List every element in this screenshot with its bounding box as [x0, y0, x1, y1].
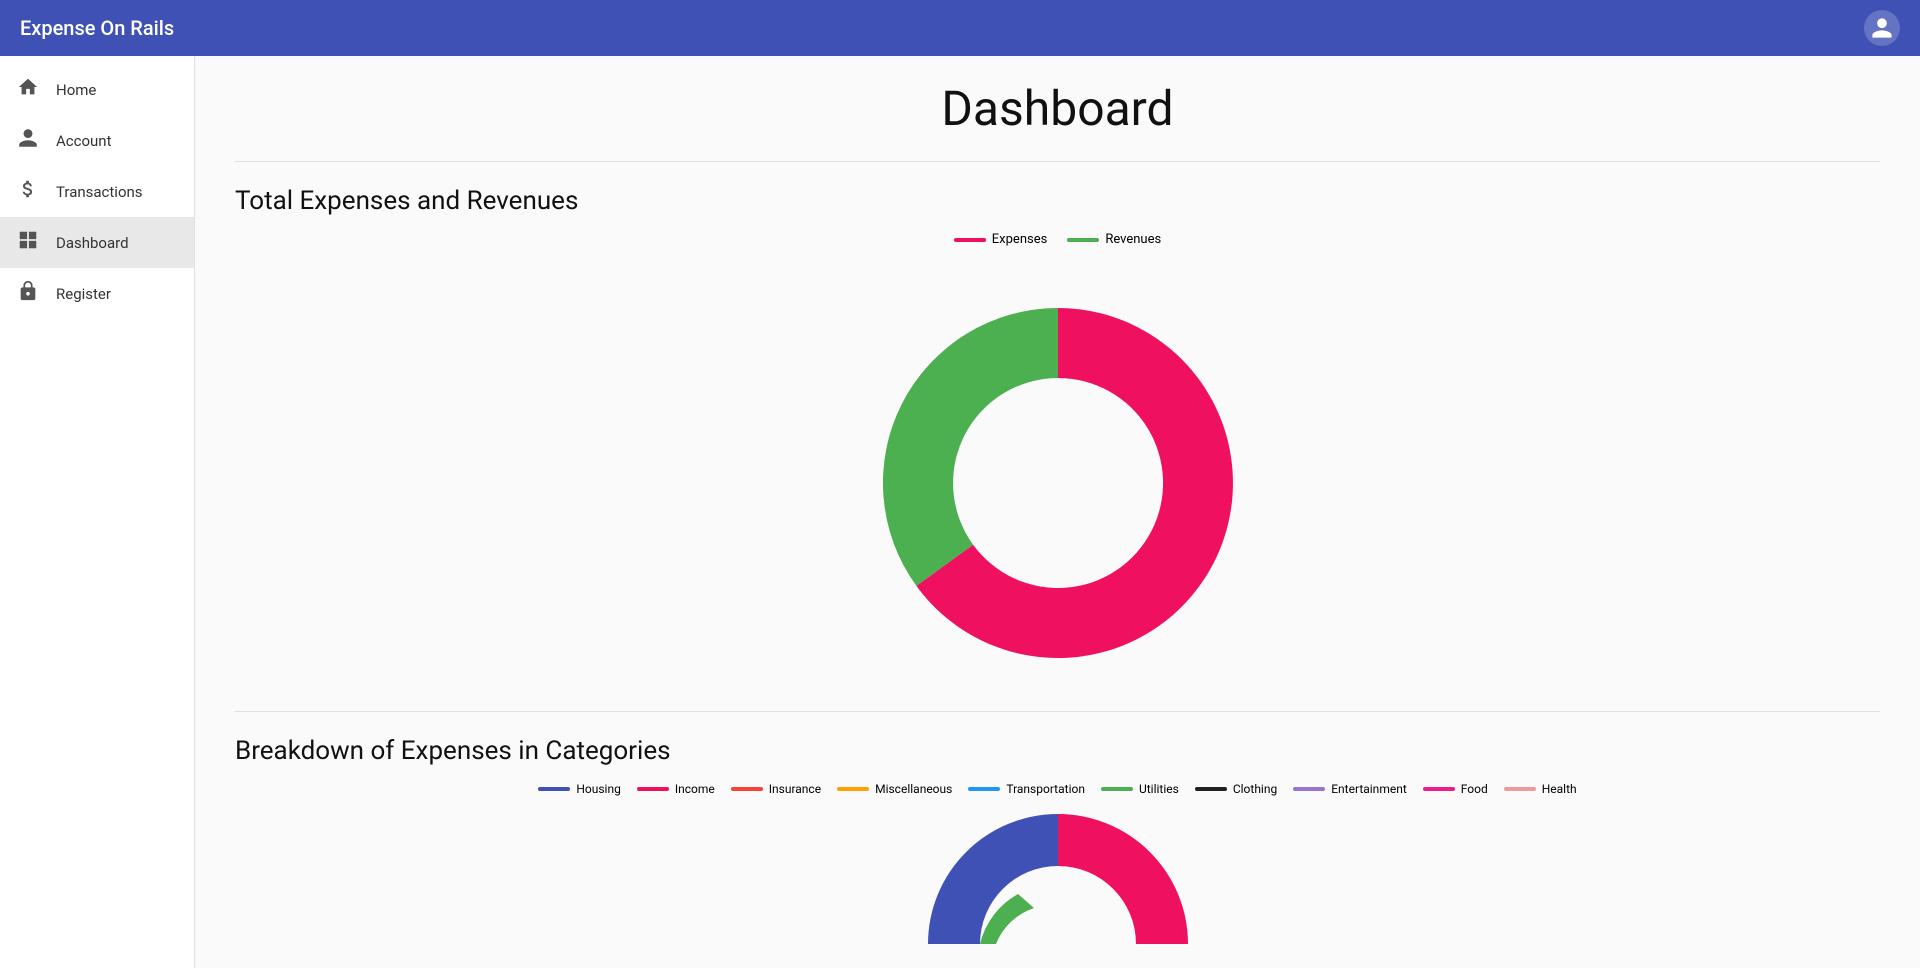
- sidebar-item-dashboard[interactable]: Dashboard: [0, 217, 194, 268]
- sidebar-label-dashboard: Dashboard: [56, 234, 129, 252]
- legend-revenues: Revenues: [1067, 232, 1161, 247]
- cat-legend-entertainment: Entertainment: [1293, 782, 1407, 796]
- cat-legend-clothing: Clothing: [1195, 782, 1277, 796]
- divider-1: [235, 161, 1880, 162]
- register-icon: [16, 280, 40, 307]
- health-label: Health: [1542, 782, 1577, 796]
- categories-donut-svg: [918, 804, 1198, 964]
- insurance-label: Insurance: [769, 782, 821, 796]
- housing-color: [538, 787, 570, 791]
- categories-chart-title: Breakdown of Expenses in Categories: [235, 736, 1880, 766]
- sidebar-item-home[interactable]: Home: [0, 64, 194, 115]
- cat-legend-housing: Housing: [538, 782, 621, 796]
- cat-legend-utilities: Utilities: [1101, 782, 1179, 796]
- account-icon: [16, 127, 40, 154]
- donut-legend: Expenses Revenues: [954, 232, 1161, 247]
- sidebar-label-register: Register: [56, 285, 111, 303]
- cat-legend-income: Income: [637, 782, 715, 796]
- clothing-color: [1195, 787, 1227, 791]
- income-color: [637, 787, 669, 791]
- cat-legend-health: Health: [1504, 782, 1577, 796]
- revenues-color: [1067, 238, 1099, 242]
- categories-chart-container: [235, 804, 1880, 964]
- income-label: Income: [675, 782, 715, 796]
- sidebar-item-account[interactable]: Account: [0, 115, 194, 166]
- housing-label: Housing: [576, 782, 621, 796]
- sidebar-label-home: Home: [56, 81, 96, 99]
- food-label: Food: [1461, 782, 1488, 796]
- entertainment-label: Entertainment: [1331, 782, 1407, 796]
- sidebar-label-account: Account: [56, 132, 112, 150]
- user-avatar-icon[interactable]: [1864, 10, 1900, 46]
- misc-label: Miscellaneous: [875, 782, 952, 796]
- legend-expenses: Expenses: [954, 232, 1048, 247]
- home-icon: [16, 76, 40, 103]
- health-color: [1504, 787, 1536, 791]
- transport-color: [968, 787, 1000, 791]
- cat-legend-miscellaneous: Miscellaneous: [837, 782, 952, 796]
- cat-legend-food: Food: [1423, 782, 1488, 796]
- app-title: Expense On Rails: [20, 16, 174, 40]
- revenues-arc: [882, 308, 1057, 586]
- cat-legend-insurance: Insurance: [731, 782, 821, 796]
- sidebar: Home Account Transactions Dashboard Regi…: [0, 56, 195, 968]
- insurance-color: [731, 787, 763, 791]
- dashboard-icon: [16, 229, 40, 256]
- categories-section: Breakdown of Expenses in Categories Hous…: [235, 736, 1880, 964]
- divider-2: [235, 711, 1880, 712]
- transactions-icon: [16, 178, 40, 205]
- utilities-color: [1101, 787, 1133, 791]
- clothing-label: Clothing: [1233, 782, 1277, 796]
- expenses-color: [954, 238, 986, 242]
- food-color: [1423, 787, 1455, 791]
- main-content: Dashboard Total Expenses and Revenues Ex…: [195, 56, 1920, 968]
- entertainment-color: [1293, 787, 1325, 791]
- cat-red-arc: [1058, 814, 1188, 944]
- transport-label: Transportation: [1006, 782, 1085, 796]
- sidebar-item-transactions[interactable]: Transactions: [0, 166, 194, 217]
- donut-svg: [828, 263, 1288, 703]
- legend-expenses-label: Expenses: [992, 232, 1048, 247]
- top-nav: Expense On Rails: [0, 0, 1920, 56]
- legend-revenues-label: Revenues: [1105, 232, 1161, 247]
- categories-legend: Housing Income Insurance Miscellaneous T…: [235, 782, 1880, 796]
- misc-color: [837, 787, 869, 791]
- utilities-label: Utilities: [1139, 782, 1179, 796]
- cat-legend-transportation: Transportation: [968, 782, 1085, 796]
- page-title: Dashboard: [235, 80, 1880, 137]
- sidebar-label-transactions: Transactions: [56, 183, 143, 201]
- sidebar-item-register[interactable]: Register: [0, 268, 194, 319]
- donut-chart-container: Expenses Revenues: [235, 232, 1880, 703]
- donut-chart-title: Total Expenses and Revenues: [235, 186, 1880, 216]
